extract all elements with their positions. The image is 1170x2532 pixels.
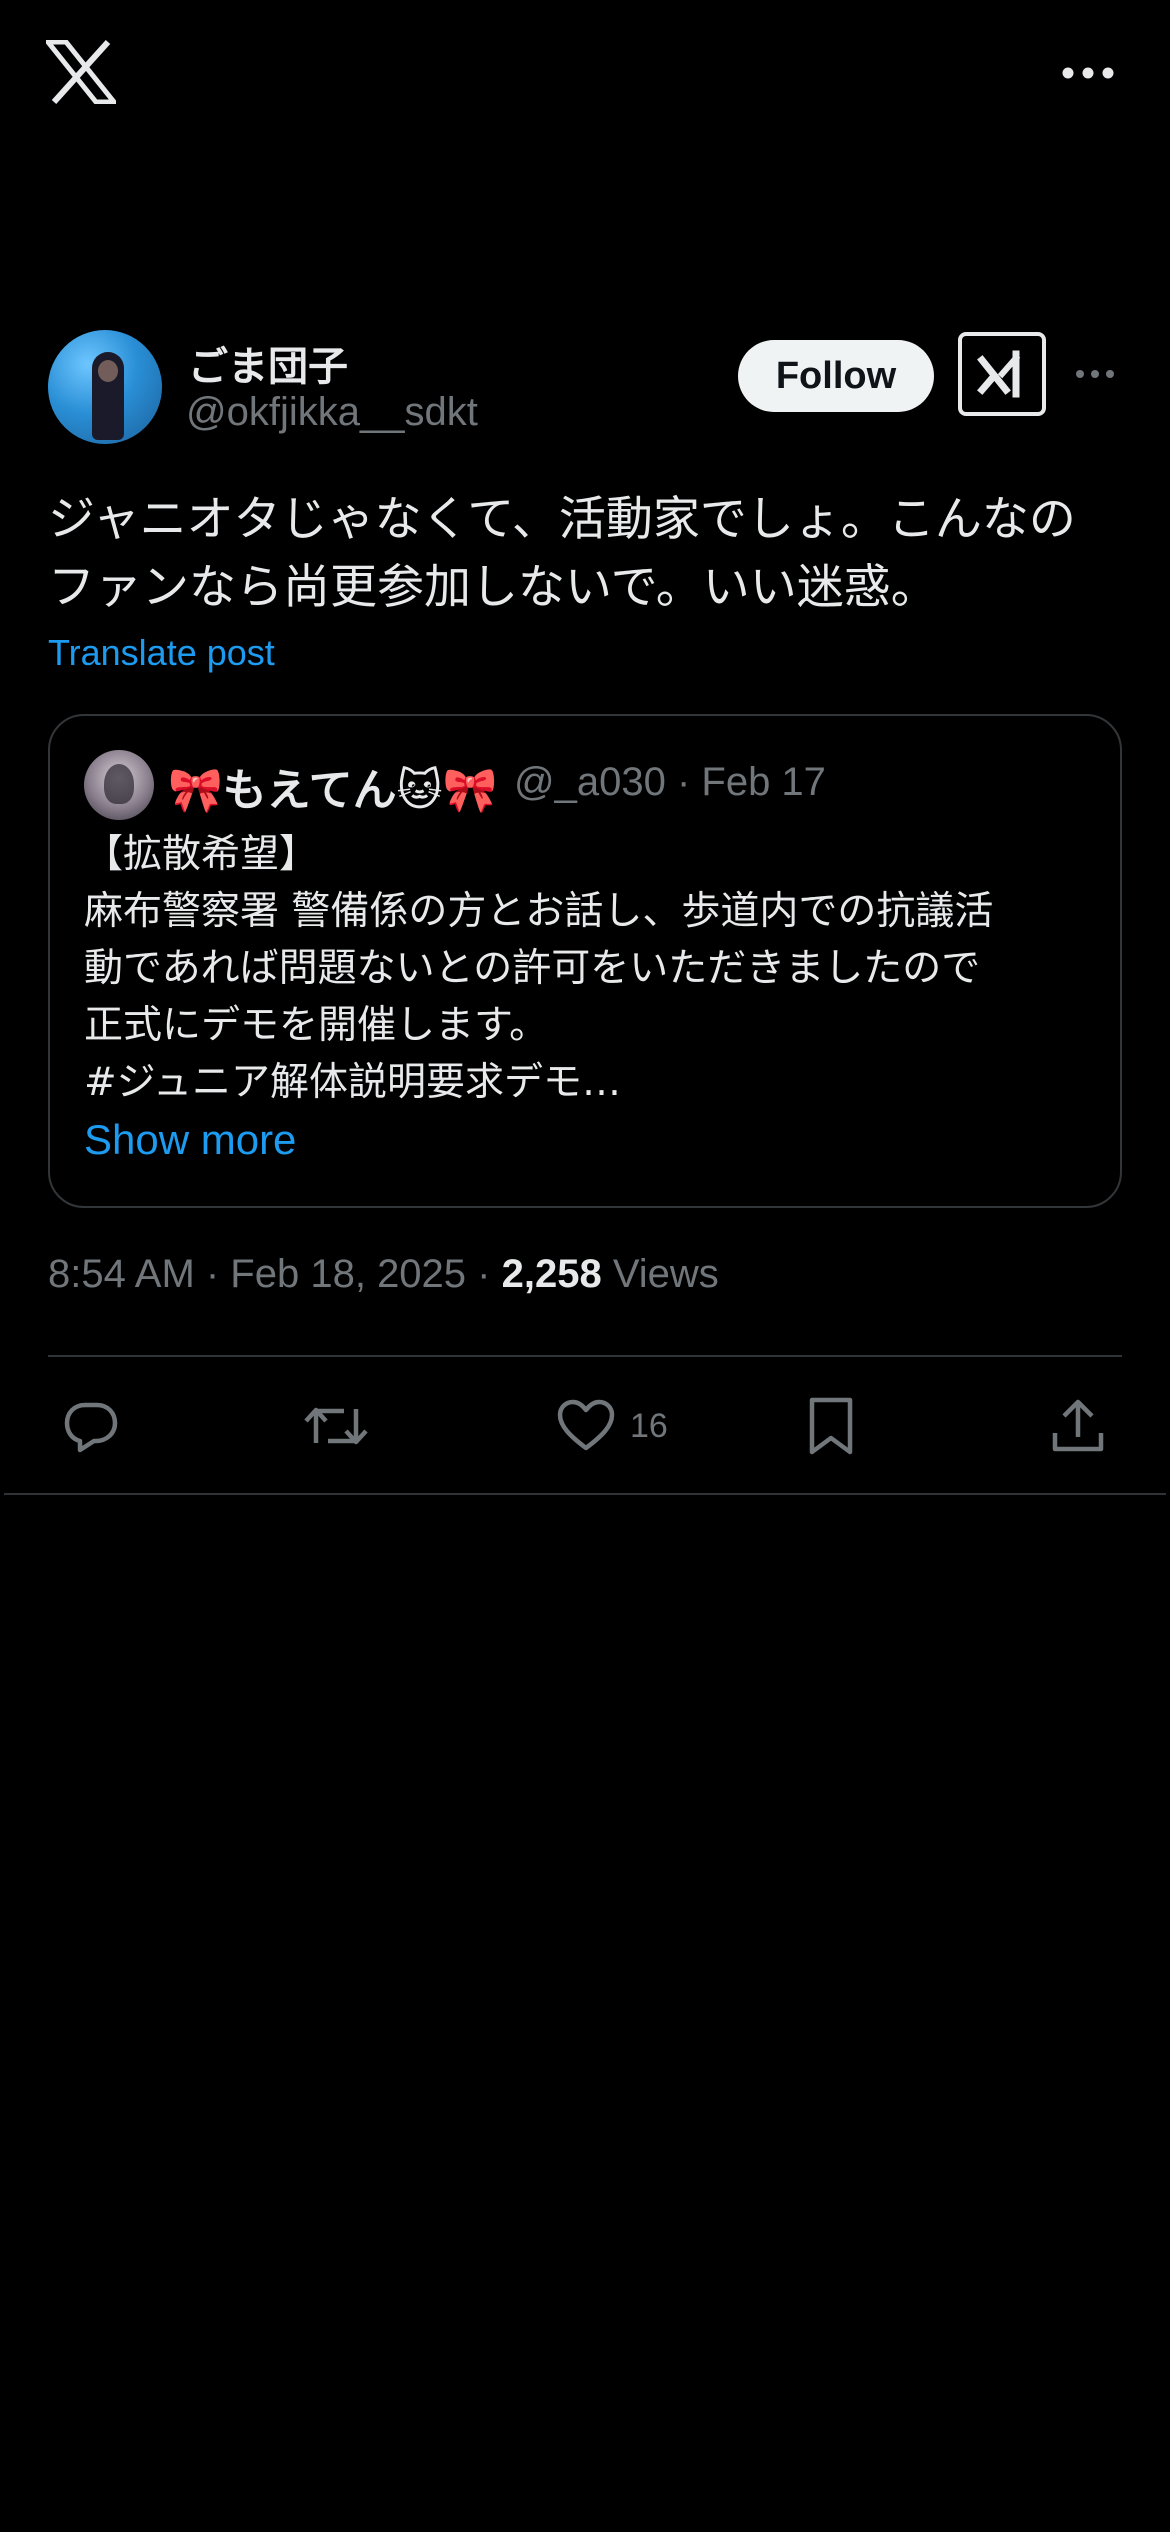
- follow-button[interactable]: Follow: [738, 340, 934, 412]
- views-label: Views: [601, 1252, 719, 1296]
- reply-icon[interactable]: [62, 1388, 120, 1464]
- like-button[interactable]: 16: [556, 1388, 668, 1464]
- quoted-avatar[interactable]: [84, 750, 154, 820]
- top-bar: [0, 0, 1170, 150]
- avatar[interactable]: [48, 330, 162, 444]
- quoted-display-name[interactable]: 🎀もえてん🐱🎀: [168, 754, 497, 818]
- heart-icon[interactable]: [556, 1398, 616, 1454]
- action-bar: 16: [0, 1388, 1170, 1464]
- grok-icon[interactable]: [958, 332, 1046, 416]
- post-text: ジャニオタじゃなくて、活動家でしょ。こんなの ファンなら尚更参加しないで。いい迷…: [48, 492, 1076, 615]
- post-more-icon[interactable]: [1074, 360, 1116, 388]
- divider: [48, 1355, 1122, 1357]
- repost-icon[interactable]: [304, 1388, 368, 1464]
- show-more-link[interactable]: Show more: [84, 1116, 296, 1164]
- share-icon[interactable]: [1050, 1388, 1106, 1464]
- x-logo-icon[interactable]: [42, 39, 120, 105]
- more-horizontal-icon[interactable]: [1060, 56, 1116, 90]
- bookmark-icon[interactable]: [806, 1388, 856, 1464]
- translate-post-link[interactable]: Translate post: [48, 632, 275, 674]
- views-count[interactable]: 2,258: [502, 1252, 602, 1296]
- quoted-post[interactable]: 🎀もえてん🐱🎀 @_a030 · Feb 17 【拡散希望】 麻布警察署 警備係…: [48, 714, 1122, 1208]
- quoted-handle-date: @_a030 · Feb 17: [514, 760, 826, 804]
- divider: [4, 1493, 1166, 1495]
- post-meta: 8:54 AM · Feb 18, 2025 · 2,258 Views: [48, 1252, 719, 1297]
- post-header: ごま団子 @okfjikka__sdkt Follow: [0, 330, 1170, 450]
- quoted-text: 【拡散希望】 麻布警察署 警備係の方とお話し、歩道内での抗議活 動であれば問題な…: [84, 832, 994, 1105]
- timestamp: 8:54 AM · Feb 18, 2025 ·: [48, 1252, 502, 1296]
- like-count: 16: [630, 1406, 668, 1445]
- author-handle[interactable]: @okfjikka__sdkt: [186, 390, 478, 435]
- author-display-name[interactable]: ごま団子: [188, 334, 348, 392]
